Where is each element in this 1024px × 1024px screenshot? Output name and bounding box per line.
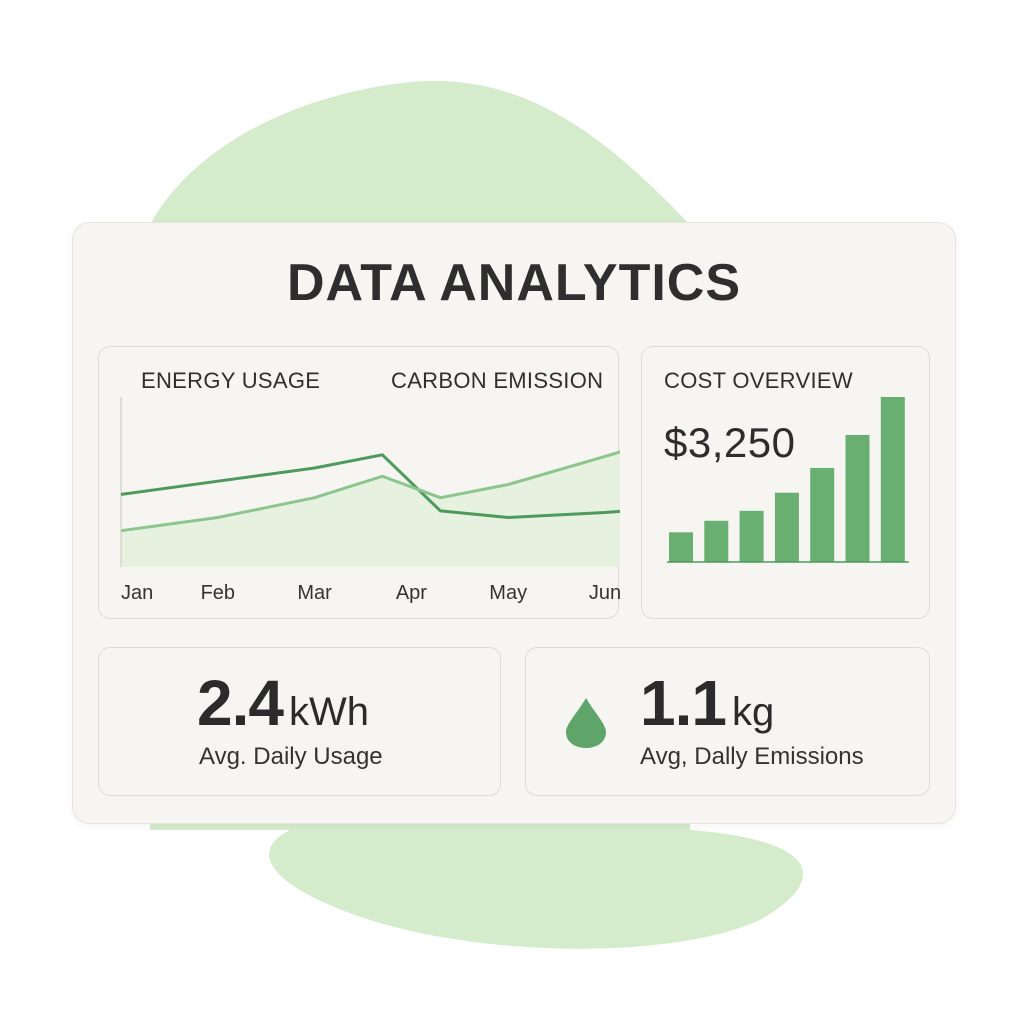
water-drop-icon (566, 698, 606, 748)
emissions-value: 1.1 (640, 667, 727, 739)
bar-chart (667, 397, 909, 563)
cost-bar (739, 510, 764, 562)
page-title: DATA ANALYTICS (286, 254, 742, 312)
x-tick-label: May (489, 582, 527, 604)
cost-overview-card: COST OVERVIEW $3,250 (641, 346, 930, 619)
avg-daily-emissions-card: 1.1 kg Avg, Dally Emissions (525, 647, 930, 796)
emissions-caption: Avg, Dally Emissions (640, 743, 864, 770)
usage-unit: kWh (288, 690, 369, 734)
usage-caption: Avg. Daily Usage (199, 743, 383, 770)
x-tick-label: Feb (201, 582, 235, 604)
cost-bar (774, 492, 799, 562)
line-chart: Jan Feb Mar Apr May Jun (120, 397, 620, 604)
cost-bar (880, 397, 905, 562)
energy-carbon-card: ENERGY USAGE CARBON EMISSION Jan Feb Mar Ap… (98, 346, 620, 619)
cost-bar (845, 434, 870, 562)
avg-daily-usage-card: 2.4 kWh Avg. Daily Usage (98, 647, 501, 796)
x-tick-label: Mar (297, 582, 332, 604)
analytics-panel: DATA ANALYTICS ENERGY USAGE CARBON EMISS… (72, 222, 956, 824)
cost-bar (810, 467, 835, 562)
emissions-metric: 1.1 kg (640, 666, 774, 740)
carbon-emission-area (121, 451, 620, 567)
usage-metric: 2.4 kWh (197, 666, 369, 740)
x-tick-label: Jun (589, 582, 620, 604)
usage-value: 2.4 (197, 667, 284, 739)
cost-bar (704, 520, 729, 562)
cost-bar (669, 532, 693, 562)
x-tick-label: Apr (396, 582, 427, 604)
x-tick-label: Jan (121, 582, 153, 604)
emissions-unit: kg (731, 690, 775, 734)
